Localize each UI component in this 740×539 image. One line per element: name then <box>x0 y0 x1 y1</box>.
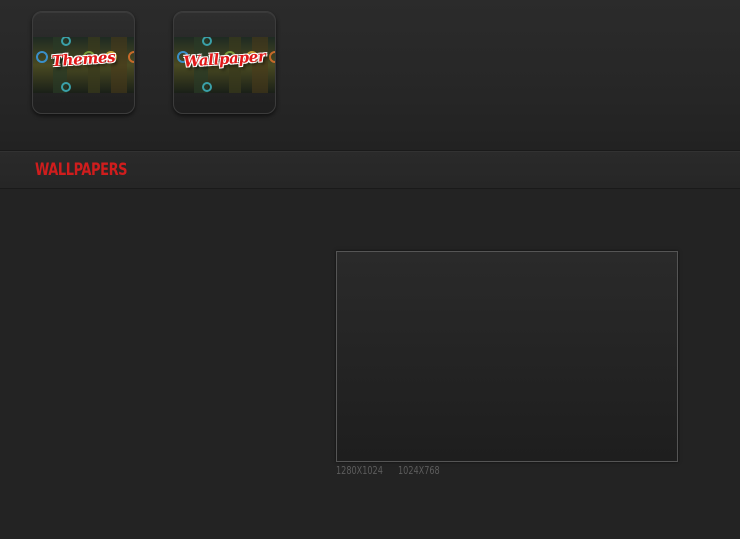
wallpaper-preview[interactable] <box>336 251 678 462</box>
section-header: WALLPAPERS <box>0 150 740 189</box>
section-title: WALLPAPERS <box>35 160 128 180</box>
resolution-link-1024x768[interactable]: 1024X768 <box>398 464 440 477</box>
header-area: Themes Wallpaper <box>0 0 740 150</box>
resolution-link-1280x1024[interactable]: 1280X1024 <box>336 464 383 477</box>
wallpaper-tile-button[interactable]: Wallpaper <box>173 11 276 114</box>
themes-tile-button[interactable]: Themes <box>32 11 135 114</box>
